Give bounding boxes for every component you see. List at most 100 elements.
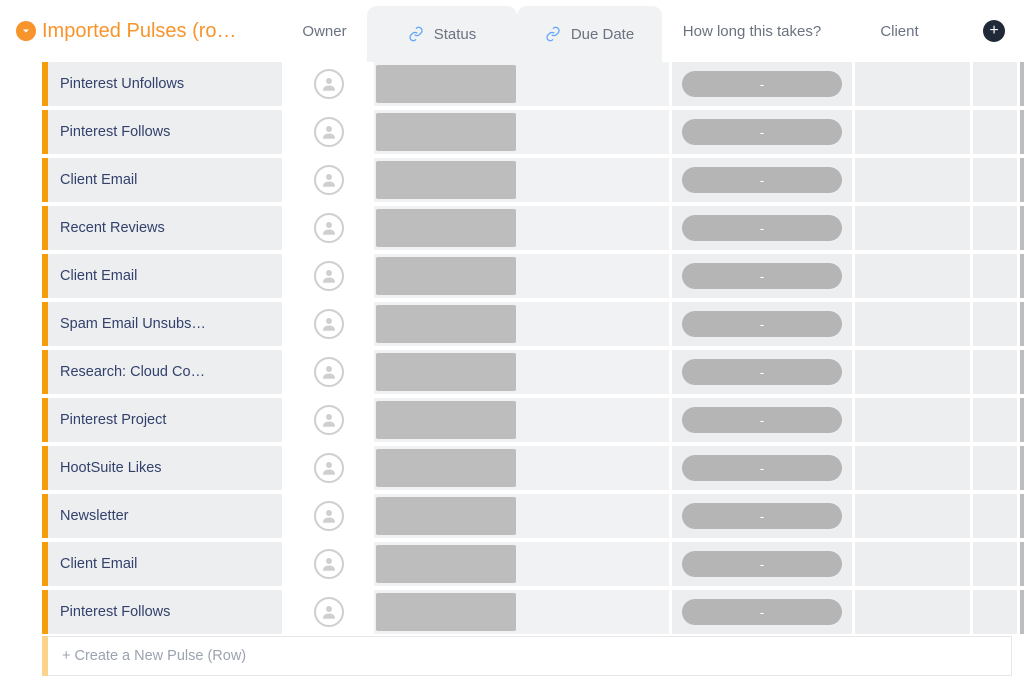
column-header-client[interactable]: Client — [842, 0, 957, 62]
status-cell[interactable] — [374, 446, 524, 490]
due-date-cell[interactable] — [524, 542, 669, 586]
client-cell[interactable] — [855, 494, 970, 538]
column-header-how-long[interactable]: How long this takes? — [662, 0, 842, 62]
pulse-name[interactable]: Recent Reviews — [48, 206, 282, 250]
status-cell[interactable] — [374, 62, 524, 106]
how-long-cell[interactable]: - — [672, 254, 852, 298]
status-cell[interactable] — [374, 398, 524, 442]
pulse-name[interactable]: Client Email — [48, 542, 282, 586]
duration-pill: - — [682, 215, 842, 241]
owner-cell[interactable] — [286, 350, 371, 394]
duration-pill: - — [682, 119, 842, 145]
client-cell[interactable] — [855, 206, 970, 250]
extra-cell — [1020, 542, 1024, 586]
owner-cell[interactable] — [286, 158, 371, 202]
how-long-cell[interactable]: - — [672, 446, 852, 490]
table-row[interactable]: Pinterest Follows - — [12, 590, 1012, 634]
due-date-cell[interactable] — [524, 398, 669, 442]
table-row[interactable]: Client Email - — [12, 542, 1012, 586]
due-date-cell[interactable] — [524, 350, 669, 394]
client-cell[interactable] — [855, 350, 970, 394]
how-long-cell[interactable]: - — [672, 542, 852, 586]
client-cell[interactable] — [855, 254, 970, 298]
owner-cell[interactable] — [286, 446, 371, 490]
status-cell[interactable] — [374, 158, 524, 202]
client-cell[interactable] — [855, 446, 970, 490]
table-row[interactable]: Pinterest Follows - — [12, 110, 1012, 154]
status-cell[interactable] — [374, 542, 524, 586]
owner-cell[interactable] — [286, 62, 371, 106]
due-date-cell[interactable] — [524, 254, 669, 298]
new-pulse-row[interactable]: + Create a New Pulse (Row) — [12, 636, 1012, 676]
how-long-cell[interactable]: - — [672, 110, 852, 154]
status-cell[interactable] — [374, 110, 524, 154]
pulse-name[interactable]: Pinterest Follows — [48, 110, 282, 154]
owner-cell[interactable] — [286, 110, 371, 154]
pulse-name[interactable]: Client Email — [48, 158, 282, 202]
status-cell[interactable] — [374, 254, 524, 298]
client-cell[interactable] — [855, 398, 970, 442]
person-icon — [314, 453, 344, 483]
group-header[interactable]: Imported Pulses (ro… — [12, 0, 282, 62]
client-cell[interactable] — [855, 110, 970, 154]
new-pulse-input[interactable]: + Create a New Pulse (Row) — [48, 636, 1012, 676]
table-row[interactable]: Pinterest Unfollows - — [12, 62, 1012, 106]
pulse-name[interactable]: HootSuite Likes — [48, 446, 282, 490]
how-long-cell[interactable]: - — [672, 302, 852, 346]
due-date-cell[interactable] — [524, 206, 669, 250]
status-cell[interactable] — [374, 590, 524, 634]
owner-cell[interactable] — [286, 254, 371, 298]
owner-cell[interactable] — [286, 494, 371, 538]
table-row[interactable]: Client Email - — [12, 254, 1012, 298]
how-long-cell[interactable]: - — [672, 398, 852, 442]
table-row[interactable]: HootSuite Likes - — [12, 446, 1012, 490]
due-date-cell[interactable] — [524, 302, 669, 346]
due-date-cell[interactable] — [524, 62, 669, 106]
how-long-cell[interactable]: - — [672, 62, 852, 106]
column-header-status[interactable]: Status — [367, 6, 517, 62]
owner-cell[interactable] — [286, 590, 371, 634]
owner-cell[interactable] — [286, 206, 371, 250]
status-cell[interactable] — [374, 302, 524, 346]
how-long-cell[interactable]: - — [672, 494, 852, 538]
table-row[interactable]: Spam Email Unsubs… - — [12, 302, 1012, 346]
person-icon — [314, 69, 344, 99]
column-header-due-date[interactable]: Due Date — [517, 6, 662, 62]
client-cell[interactable] — [855, 62, 970, 106]
client-cell[interactable] — [855, 302, 970, 346]
pulse-name[interactable]: Spam Email Unsubs… — [48, 302, 282, 346]
client-cell[interactable] — [855, 158, 970, 202]
pulse-name[interactable]: Pinterest Unfollows — [48, 62, 282, 106]
how-long-cell[interactable]: - — [672, 590, 852, 634]
table-row[interactable]: Research: Cloud Co… - — [12, 350, 1012, 394]
chevron-down-icon[interactable] — [16, 21, 36, 41]
table-row[interactable]: Newsletter - — [12, 494, 1012, 538]
pulse-name[interactable]: Client Email — [48, 254, 282, 298]
how-long-cell[interactable]: - — [672, 350, 852, 394]
status-cell[interactable] — [374, 494, 524, 538]
owner-cell[interactable] — [286, 398, 371, 442]
owner-cell[interactable] — [286, 542, 371, 586]
due-date-cell[interactable] — [524, 110, 669, 154]
add-column-button[interactable]: + — [972, 0, 1016, 62]
client-cell[interactable] — [855, 542, 970, 586]
pulse-name[interactable]: Newsletter — [48, 494, 282, 538]
table-row[interactable]: Recent Reviews - — [12, 206, 1012, 250]
status-cell[interactable] — [374, 206, 524, 250]
due-date-cell[interactable] — [524, 446, 669, 490]
pulse-name[interactable]: Pinterest Project — [48, 398, 282, 442]
person-icon — [314, 597, 344, 627]
column-header-owner[interactable]: Owner — [282, 0, 367, 62]
due-date-cell[interactable] — [524, 158, 669, 202]
status-cell[interactable] — [374, 350, 524, 394]
pulse-name[interactable]: Research: Cloud Co… — [48, 350, 282, 394]
due-date-cell[interactable] — [524, 494, 669, 538]
how-long-cell[interactable]: - — [672, 206, 852, 250]
client-cell[interactable] — [855, 590, 970, 634]
owner-cell[interactable] — [286, 302, 371, 346]
table-row[interactable]: Pinterest Project - — [12, 398, 1012, 442]
how-long-cell[interactable]: - — [672, 158, 852, 202]
table-row[interactable]: Client Email - — [12, 158, 1012, 202]
pulse-name[interactable]: Pinterest Follows — [48, 590, 282, 634]
due-date-cell[interactable] — [524, 590, 669, 634]
